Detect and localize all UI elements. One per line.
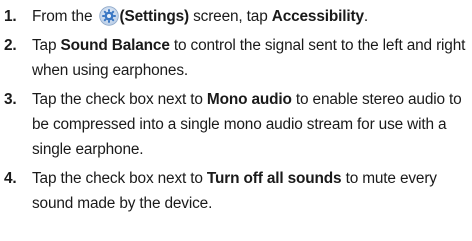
step-number: 3.	[4, 91, 17, 108]
step-text-segment: Tap the check box next to	[32, 170, 207, 187]
step-text-segment: Tap	[32, 37, 61, 54]
step-text-segment: screen, tap	[188, 8, 272, 25]
settings-gear-icon	[98, 6, 119, 26]
sound-balance-label: Sound Balance	[60, 37, 170, 54]
step-number: 4.	[4, 170, 17, 187]
step-text: From the (Settings) screen, tap Accessib…	[32, 4, 466, 29]
step-text: Tap the check box next to Mono audio to …	[32, 87, 466, 162]
step-number: 2.	[4, 37, 17, 54]
step-text: Tap Sound Balance to control the signal …	[32, 33, 466, 83]
step-text-segment: .	[363, 8, 369, 25]
turn-off-all-sounds-label: Turn off all sounds	[206, 170, 342, 187]
step-1: 1. From the (Settings) screen, tap Acces…	[4, 4, 466, 29]
step-text-segment: From the	[32, 8, 97, 25]
step-text: Tap the check box next to Turn off all s…	[32, 166, 466, 216]
accessibility-label: Accessibility	[271, 8, 364, 25]
step-number: 1.	[4, 8, 17, 25]
mono-audio-label: Mono audio	[206, 91, 292, 108]
step-4: 4. Tap the check box next to Turn off al…	[4, 166, 466, 216]
step-3: 3. Tap the check box next to Mono audio …	[4, 87, 466, 162]
settings-label: (Settings)	[119, 8, 190, 25]
instruction-list: 1. From the (Settings) screen, tap Acces…	[4, 4, 466, 220]
step-text-segment: Tap the check box next to	[32, 91, 207, 108]
step-2: 2. Tap Sound Balance to control the sign…	[4, 33, 466, 83]
